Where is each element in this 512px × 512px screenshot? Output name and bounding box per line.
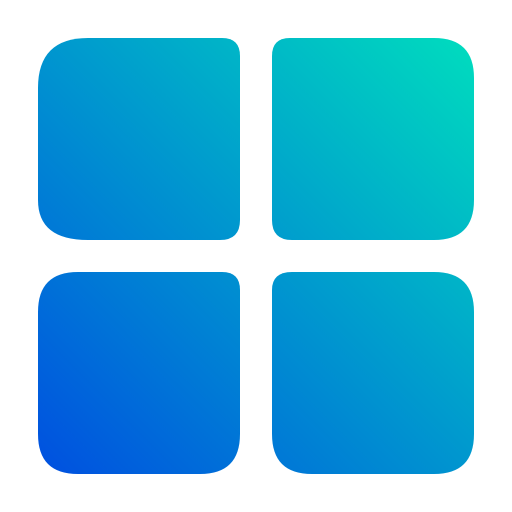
- grid-tile-bottom-left: [38, 272, 240, 474]
- icon-canvas: [0, 0, 512, 512]
- grid-tile-bottom-right: [272, 272, 474, 474]
- grid-app-icon: [38, 38, 474, 474]
- grid-tile-top-left: [38, 38, 240, 240]
- grid-tile-top-right: [272, 38, 474, 240]
